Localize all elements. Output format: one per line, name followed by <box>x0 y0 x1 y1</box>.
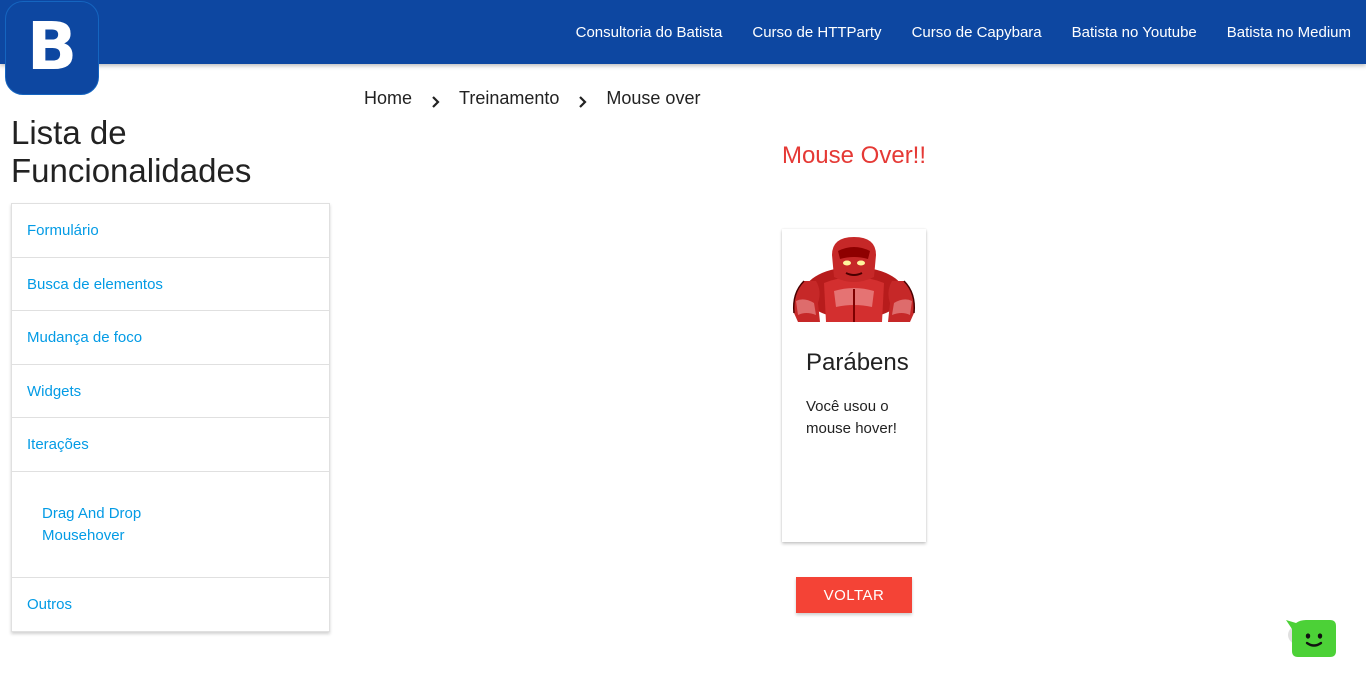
card-text: Você usou o mouse hover! <box>806 398 897 437</box>
sidebar-item-mudanca-foco[interactable]: Mudança de foco <box>12 311 329 365</box>
hover-card[interactable]: Parábens Você usou o mouse hover! <box>782 229 926 542</box>
brand-logo-letter: B <box>26 8 78 85</box>
breadcrumb: Home Treinamento Mouse over <box>364 86 700 110</box>
breadcrumb-treinamento[interactable]: Treinamento <box>459 88 559 109</box>
chevron-right-icon <box>412 86 459 110</box>
brand-logo[interactable]: B <box>5 1 99 95</box>
nav-link-capybara[interactable]: Curso de Capybara <box>912 24 1042 41</box>
sidebar-item-widgets[interactable]: Widgets <box>12 365 329 418</box>
sidebar-submenu-iteracoes: Drag And Drop Mousehover <box>12 472 329 578</box>
sidebar-subitem-drag-and-drop[interactable]: Drag And Drop <box>42 503 329 525</box>
nav-link-consultoria[interactable]: Consultoria do Batista <box>576 24 723 41</box>
sidebar-item-outros[interactable]: Outros <box>12 578 329 632</box>
voltar-button[interactable]: VOLTAR <box>796 577 912 613</box>
nav-link-youtube[interactable]: Batista no Youtube <box>1072 24 1197 41</box>
nav-link-medium[interactable]: Batista no Medium <box>1227 24 1351 41</box>
feature-list: Formulário Busca de elementos Mudança de… <box>11 203 330 632</box>
chevron-right-icon <box>559 86 606 110</box>
nav-link-httparty[interactable]: Curso de HTTParty <box>752 24 881 41</box>
card-title: Parábens <box>806 349 909 376</box>
sidebar-item-formulario[interactable]: Formulário <box>12 204 329 258</box>
sidebar-subitem-mousehover[interactable]: Mousehover <box>42 525 329 547</box>
sidebar-title: Lista de Funcionalidades <box>11 114 252 189</box>
juggernaut-illustration-icon <box>790 233 918 322</box>
sidebar-item-busca-elementos[interactable]: Busca de elementos <box>12 258 329 311</box>
top-navbar: Consultoria do Batista Curso de HTTParty… <box>0 0 1366 64</box>
top-nav-links: Consultoria do Batista Curso de HTTParty… <box>546 0 1351 64</box>
page-title: Mouse Over!! <box>781 142 927 169</box>
smiley-chat-icon[interactable] <box>1284 617 1336 657</box>
sidebar-item-iteracoes[interactable]: Iterações <box>12 418 329 472</box>
breadcrumb-mouse-over: Mouse over <box>606 87 701 108</box>
breadcrumb-home[interactable]: Home <box>364 88 412 109</box>
